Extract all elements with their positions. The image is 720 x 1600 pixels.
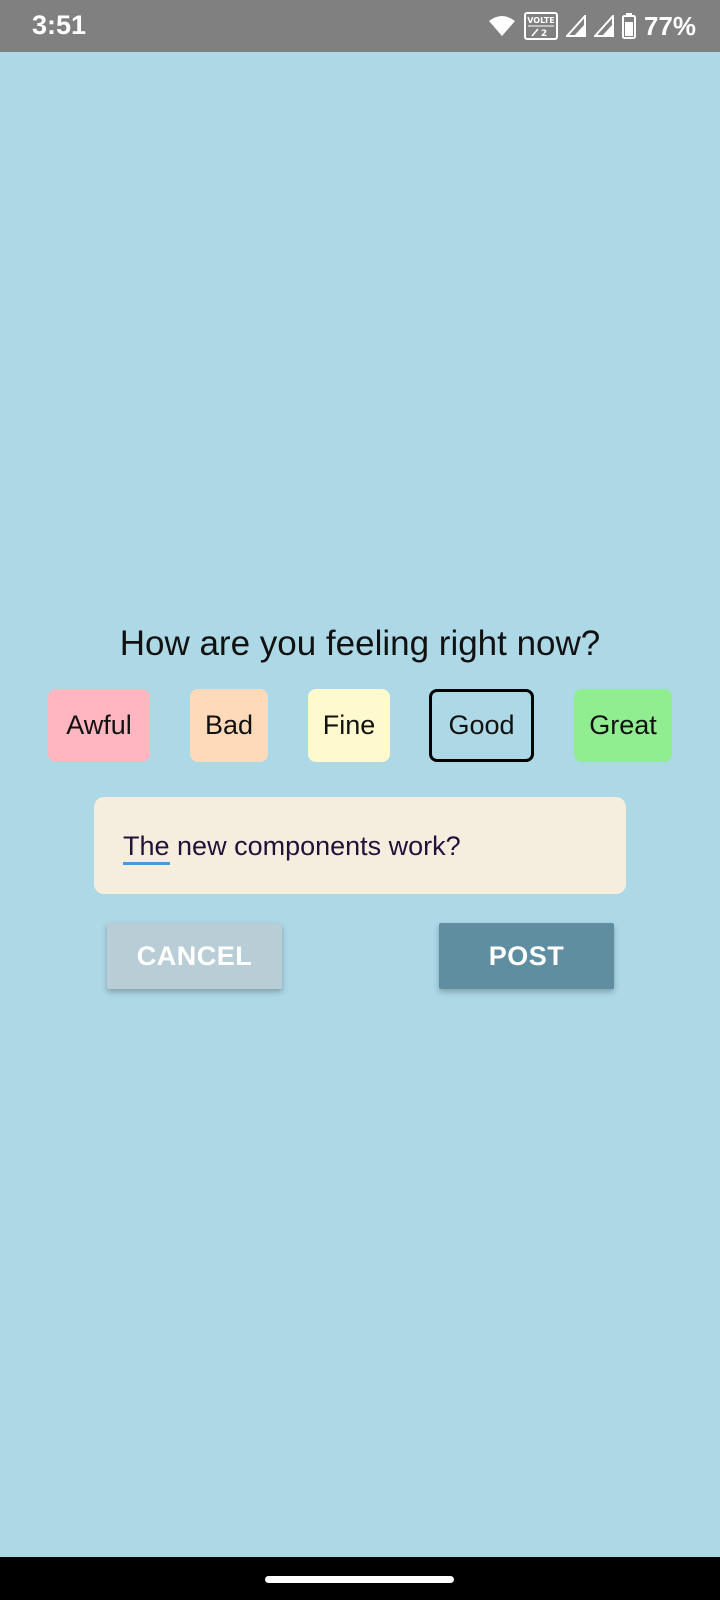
mood-option-awful[interactable]: Awful bbox=[48, 689, 150, 762]
mood-option-good[interactable]: Good bbox=[429, 689, 534, 762]
post-text-value[interactable]: The new components work? bbox=[123, 831, 461, 865]
volte-sub: 2 bbox=[541, 29, 547, 39]
cancel-button[interactable]: CANCEL bbox=[107, 923, 282, 989]
mood-option-fine[interactable]: Fine bbox=[308, 689, 390, 762]
volte-icon: VOLTE 2 bbox=[523, 12, 558, 40]
status-icons: VOLTE 2 77% bbox=[488, 8, 696, 44]
question-heading: How are you feeling right now? bbox=[119, 624, 601, 663]
signal-icon bbox=[565, 15, 586, 37]
post-text-rest: new components work? bbox=[169, 831, 461, 861]
battery-percentage: 77% bbox=[643, 10, 696, 41]
post-button[interactable]: POST bbox=[439, 923, 614, 989]
battery-icon bbox=[621, 13, 636, 39]
wifi-icon bbox=[488, 14, 516, 38]
home-gesture-handle[interactable] bbox=[265, 1576, 454, 1583]
mood-option-bad[interactable]: Bad bbox=[190, 689, 268, 762]
volte-label: VOLTE bbox=[527, 16, 555, 25]
signal-icon bbox=[593, 15, 614, 37]
mood-option-great[interactable]: Great bbox=[574, 689, 672, 762]
status-time: 3:51 bbox=[32, 10, 87, 40]
spellcheck-underlined-word: The bbox=[123, 831, 170, 865]
status-bar: 3:51 VOLTE 2 77% bbox=[0, 0, 720, 52]
post-text-input[interactable]: The new components work? bbox=[94, 797, 626, 894]
